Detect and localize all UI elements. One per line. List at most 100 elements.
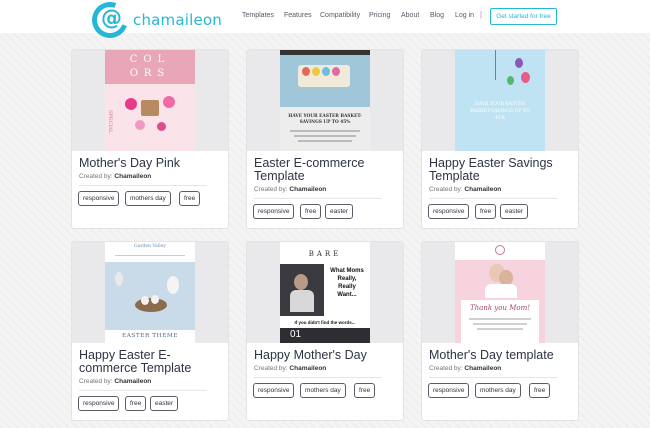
egg-icon [515,58,523,68]
thumbnail-line-4: Want... [337,292,357,298]
thumbnail-heading-2: ORS [129,68,171,79]
gift-box-icon [141,100,159,116]
nav-templates[interactable]: Templates [242,11,274,21]
person-body [290,290,314,312]
template-tags: responsive free easter [428,204,578,220]
nav-pricing[interactable]: Pricing [369,11,390,21]
flower-icon [157,122,166,131]
template-tags: responsive mothers day free [428,383,578,399]
egg-icon [521,72,530,83]
tag-responsive[interactable]: responsive [78,396,120,411]
template-creator: Created by: Chamaileon [429,365,502,372]
template-thumbnail[interactable]: BARE What Moms Really, Really Want... If… [247,242,403,343]
template-card-happy-mothers-day[interactable]: BARE What Moms Really, Really Want... If… [246,241,404,421]
nav-features[interactable]: Features [284,11,312,21]
card-divider [79,390,207,391]
template-tags: responsive mothers day free [78,191,228,207]
thumbnail-email-preview: COL ORS SPECIAL [105,50,195,151]
template-creator: Created by: Chamaileon [79,378,152,385]
template-thumbnail[interactable]: HAVE YOUR EASTER BASKET- SAVINGS UP TO 4… [247,50,403,151]
get-started-button[interactable]: Get started for free [490,8,557,25]
tag-free[interactable]: free [179,191,201,206]
card-divider [79,185,207,186]
template-creator: Created by: Chamaileon [429,186,502,193]
thumbnail-caption: EASTER THEME [121,333,178,339]
tag-free[interactable]: free [125,396,147,411]
thumbnail-placeholder-line [290,130,360,132]
template-title[interactable]: Happy Mother's Day [254,349,399,362]
thumbnail-placeholder-line [477,328,523,330]
template-card-mothers-day-pink[interactable]: COL ORS SPECIAL Mother's Day Pink Create… [71,49,229,229]
egg-icon [151,295,159,304]
nav-login[interactable]: Log in [455,11,474,21]
tag-free[interactable]: free [475,204,497,219]
egg-icon [302,67,310,76]
template-creator: Created by: Chamaileon [79,173,152,180]
nav-about[interactable]: About [401,11,419,21]
template-card-mothers-day-template[interactable]: Thank you Mom! Mother's Day template Cre… [421,241,579,421]
tag-responsive[interactable]: responsive [428,383,470,398]
template-tags: responsive free easter [253,204,403,220]
tag-mothers-day[interactable]: mothers day [300,383,346,398]
tag-easter[interactable]: easter [150,396,179,411]
template-creator: Created by: Chamaileon [254,365,327,372]
template-thumbnail[interactable]: Thank you Mom! [422,242,578,343]
thumbnail-line-3: Really [338,284,356,290]
flower-icon [135,120,145,130]
thumbnail-heading: Thank you Mom! [469,304,531,312]
thumbnail-placeholder-line [469,318,531,320]
tag-free[interactable]: free [354,383,376,398]
tag-responsive[interactable]: responsive [253,204,295,219]
template-card-happy-easter-ecommerce[interactable]: Garden Valley EASTER THEME Happy Easter … [71,241,229,421]
template-title[interactable]: Happy Easter Savings Template [429,157,574,183]
thumbnail-line-2: Really, [337,276,357,282]
flower-icon [163,96,175,108]
tag-free[interactable]: free [300,204,322,219]
nav-compatibility[interactable]: Compatibility [320,11,360,21]
tag-responsive[interactable]: responsive [78,191,120,206]
tag-mothers-day[interactable]: mothers day [475,383,521,398]
template-title[interactable]: Mother's Day template [429,349,574,362]
template-tags: responsive mothers day free [253,383,403,399]
tag-free[interactable]: free [529,383,551,398]
thumbnail-photo [280,264,324,316]
thumbnail-photo [280,55,370,107]
egg-icon [332,67,340,76]
thumbnail-line-2: SAVINGS UP TO 45% [299,120,351,125]
thumbnail-side-text: SPECIAL [107,110,113,134]
template-title[interactable]: Easter E-commerce Template [254,157,399,183]
thumbnail-email-preview: Thank you Mom! [455,242,545,343]
template-thumbnail[interactable]: Garden Valley EASTER THEME [72,242,228,343]
logo-icon [495,245,505,255]
tag-responsive[interactable]: responsive [428,204,470,219]
card-divider [254,377,382,378]
thumbnail-line-1: HAVE YOUR EASTER [474,102,526,107]
thumbnail-line-5: If you didn't find the words... [294,320,356,325]
card-divider [254,198,382,199]
tag-easter[interactable]: easter [325,204,354,219]
template-card-easter-ecommerce[interactable]: HAVE YOUR EASTER BASKET- SAVINGS UP TO 4… [246,49,404,229]
thumbnail-nav-line [115,255,185,256]
tag-responsive[interactable]: responsive [253,383,295,398]
template-title[interactable]: Mother's Day Pink [79,157,224,170]
top-navigation-bar: @ chamaileon Templates Features Compatib… [0,0,650,44]
thumbnail-email-preview: Garden Valley EASTER THEME [105,242,195,343]
thumbnail-placeholder-line [294,135,356,137]
template-tags: responsive free easter [78,396,228,412]
card-divider [429,198,557,199]
card-divider [429,377,557,378]
thumbnail-number: 01 [290,329,302,340]
template-card-happy-easter-savings[interactable]: HAVE YOUR EASTER BASKET-SAVINGS UP TO 45… [421,49,579,229]
template-title[interactable]: Happy Easter E-commerce Template [79,349,224,375]
thumbnail-line-1: HAVE YOUR EASTER BASKET- [288,114,362,119]
template-thumbnail[interactable]: COL ORS SPECIAL [72,50,228,151]
thumbnail-email-preview: BARE What Moms Really, Really Want... If… [280,242,370,343]
nav-blog[interactable]: Blog [430,11,444,21]
template-thumbnail[interactable]: HAVE YOUR EASTER BASKET-SAVINGS UP TO 45… [422,50,578,151]
nav-separator: | [480,10,483,19]
tag-easter[interactable]: easter [500,204,529,219]
bunny-icon [115,272,123,286]
egg-icon [507,76,514,85]
thumbnail-brand: BARE [308,250,342,258]
tag-mothers-day[interactable]: mothers day [125,191,171,206]
